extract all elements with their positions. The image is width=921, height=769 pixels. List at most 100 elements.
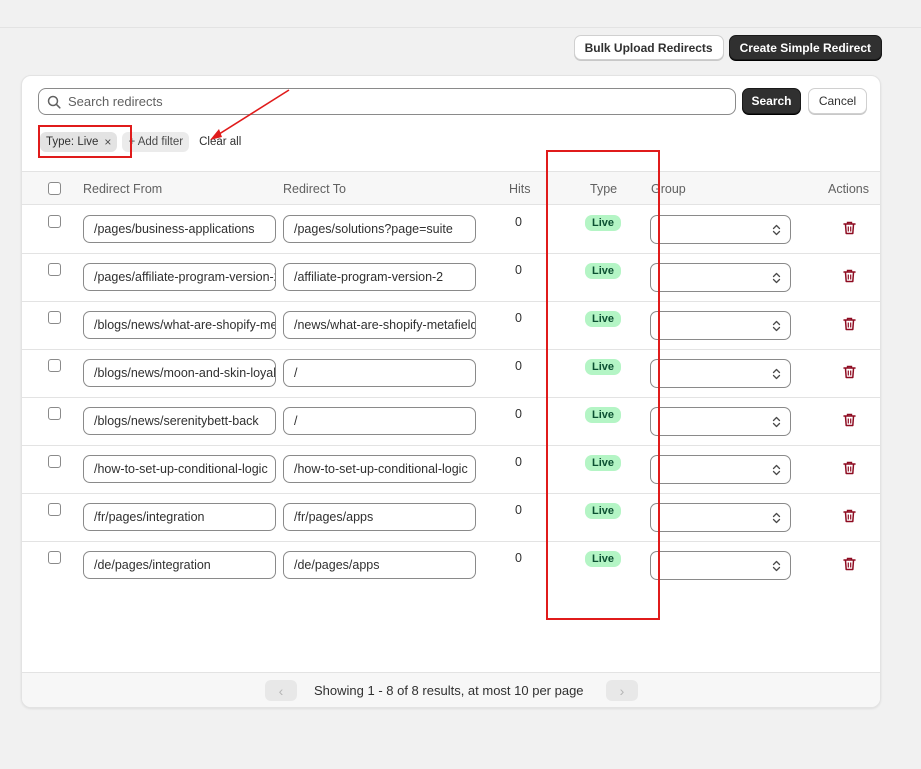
select-all-checkbox[interactable] bbox=[48, 182, 61, 195]
table-row: /pages/affiliate-program-version-2 /affi… bbox=[22, 254, 880, 302]
row-checkbox[interactable] bbox=[48, 455, 61, 468]
redirect-from-field[interactable]: /blogs/news/what-are-shopify-metafields bbox=[83, 311, 276, 339]
type-badge: Live bbox=[585, 407, 622, 423]
add-filter-button[interactable]: + Add filter bbox=[122, 132, 190, 152]
chevron-up-down-icon bbox=[772, 512, 781, 524]
trash-icon[interactable] bbox=[843, 317, 856, 331]
hits-count: 0 bbox=[515, 407, 522, 421]
page-actions: Bulk Upload Redirects Create Simple Redi… bbox=[573, 35, 882, 60]
trash-icon[interactable] bbox=[843, 221, 856, 235]
row-checkbox[interactable] bbox=[48, 215, 61, 228]
row-checkbox[interactable] bbox=[48, 551, 61, 564]
next-page-button[interactable]: › bbox=[606, 680, 638, 701]
type-badge: Live bbox=[585, 311, 622, 327]
type-badge: Live bbox=[585, 359, 622, 375]
redirect-from-field[interactable]: /pages/business-applications bbox=[83, 215, 276, 243]
column-header-actions: Actions bbox=[828, 182, 869, 196]
redirect-from-field[interactable]: /blogs/news/serenitybett-back bbox=[83, 407, 276, 435]
table-row: /pages/business-applications /pages/solu… bbox=[22, 206, 880, 254]
chevron-up-down-icon bbox=[772, 464, 781, 476]
group-select[interactable] bbox=[650, 551, 791, 580]
search-row: Search Cancel bbox=[38, 88, 867, 115]
type-badge: Live bbox=[585, 503, 622, 519]
table-row: /blogs/news/what-are-shopify-metafields … bbox=[22, 302, 880, 350]
hits-count: 0 bbox=[515, 503, 522, 517]
column-header-redirect-to: Redirect To bbox=[283, 182, 346, 196]
type-badge: Live bbox=[585, 263, 622, 279]
column-header-type: Type bbox=[590, 182, 618, 196]
redirect-to-field[interactable]: / bbox=[283, 407, 476, 435]
table-row: /how-to-set-up-conditional-logic /how-to… bbox=[22, 446, 880, 494]
trash-icon[interactable] bbox=[843, 557, 856, 571]
clear-all-button[interactable]: Clear all bbox=[199, 136, 241, 148]
group-select[interactable] bbox=[650, 263, 791, 292]
redirect-to-field[interactable]: /fr/pages/apps bbox=[283, 503, 476, 531]
row-checkbox[interactable] bbox=[48, 263, 61, 276]
row-checkbox[interactable] bbox=[48, 407, 61, 420]
hits-count: 0 bbox=[515, 311, 522, 325]
table-header: Redirect From Redirect To Hits Type Grou… bbox=[22, 171, 880, 205]
group-select[interactable] bbox=[650, 407, 791, 436]
redirect-from-field[interactable]: /blogs/news/moon-and-skin-loyalty bbox=[83, 359, 276, 387]
hits-count: 0 bbox=[515, 215, 522, 229]
trash-icon[interactable] bbox=[843, 461, 856, 475]
table-row: /de/pages/integration /de/pages/apps 0 L… bbox=[22, 542, 880, 590]
pagination-bar: ‹ Showing 1 - 8 of 8 results, at most 10… bbox=[22, 672, 880, 707]
previous-page-button[interactable]: ‹ bbox=[265, 680, 297, 701]
hits-count: 0 bbox=[515, 455, 522, 469]
type-badge: Live bbox=[585, 551, 622, 567]
hits-count: 0 bbox=[515, 263, 522, 277]
row-checkbox[interactable] bbox=[48, 503, 61, 516]
redirect-from-field[interactable]: /de/pages/integration bbox=[83, 551, 276, 579]
filter-chip-label: Type: Live bbox=[46, 136, 99, 148]
type-badge: Live bbox=[585, 455, 622, 471]
remove-filter-icon[interactable]: × bbox=[104, 135, 111, 149]
chevron-up-down-icon bbox=[772, 272, 781, 284]
group-select[interactable] bbox=[650, 359, 791, 388]
redirect-to-field[interactable]: /news/what-are-shopify-metafields bbox=[283, 311, 476, 339]
redirect-to-field[interactable]: /de/pages/apps bbox=[283, 551, 476, 579]
trash-icon[interactable] bbox=[843, 413, 856, 427]
group-select[interactable] bbox=[650, 503, 791, 532]
chevron-up-down-icon bbox=[772, 416, 781, 428]
pagination-summary: Showing 1 - 8 of 8 results, at most 10 p… bbox=[314, 683, 584, 698]
search-field[interactable] bbox=[38, 88, 736, 115]
redirect-from-field[interactable]: /how-to-set-up-conditional-logic bbox=[83, 455, 276, 483]
chevron-up-down-icon bbox=[772, 560, 781, 572]
table-row: /blogs/news/serenitybett-back / 0 Live bbox=[22, 398, 880, 446]
redirect-to-field[interactable]: /how-to-set-up-conditional-logic bbox=[283, 455, 476, 483]
redirect-from-field[interactable]: /fr/pages/integration bbox=[83, 503, 276, 531]
trash-icon[interactable] bbox=[843, 509, 856, 523]
chevron-up-down-icon bbox=[772, 320, 781, 332]
create-simple-redirect-button[interactable]: Create Simple Redirect bbox=[728, 35, 882, 60]
row-checkbox[interactable] bbox=[48, 311, 61, 324]
type-badge: Live bbox=[585, 215, 622, 231]
search-icon bbox=[47, 95, 61, 109]
cancel-button[interactable]: Cancel bbox=[808, 88, 867, 114]
redirect-from-field[interactable]: /pages/affiliate-program-version-2 bbox=[83, 263, 276, 291]
bulk-upload-redirects-button[interactable]: Bulk Upload Redirects bbox=[573, 35, 724, 60]
group-select[interactable] bbox=[650, 215, 791, 244]
hits-count: 0 bbox=[515, 551, 522, 565]
redirect-to-field[interactable]: /affiliate-program-version-2 bbox=[283, 263, 476, 291]
redirect-to-field[interactable]: / bbox=[283, 359, 476, 387]
column-header-hits: Hits bbox=[509, 182, 531, 196]
trash-icon[interactable] bbox=[843, 365, 856, 379]
chevron-up-down-icon bbox=[772, 368, 781, 380]
column-header-group: Group bbox=[651, 182, 686, 196]
trash-icon[interactable] bbox=[843, 269, 856, 283]
column-header-redirect-from: Redirect From bbox=[83, 182, 163, 196]
chevron-up-down-icon bbox=[772, 224, 781, 236]
search-button[interactable]: Search bbox=[742, 88, 801, 114]
row-checkbox[interactable] bbox=[48, 359, 61, 372]
table-row: /fr/pages/integration /fr/pages/apps 0 L… bbox=[22, 494, 880, 542]
filter-row: Type: Live × + Add filter Clear all bbox=[40, 131, 241, 153]
redirects-card: Search Cancel Type: Live × + Add filter … bbox=[21, 75, 881, 708]
search-input[interactable] bbox=[68, 94, 708, 109]
hits-count: 0 bbox=[515, 359, 522, 373]
redirect-to-field[interactable]: /pages/solutions?page=suite bbox=[283, 215, 476, 243]
group-select[interactable] bbox=[650, 311, 791, 340]
group-select[interactable] bbox=[650, 455, 791, 484]
table-row: /blogs/news/moon-and-skin-loyalty / 0 Li… bbox=[22, 350, 880, 398]
type-filter-chip[interactable]: Type: Live × bbox=[40, 132, 118, 152]
